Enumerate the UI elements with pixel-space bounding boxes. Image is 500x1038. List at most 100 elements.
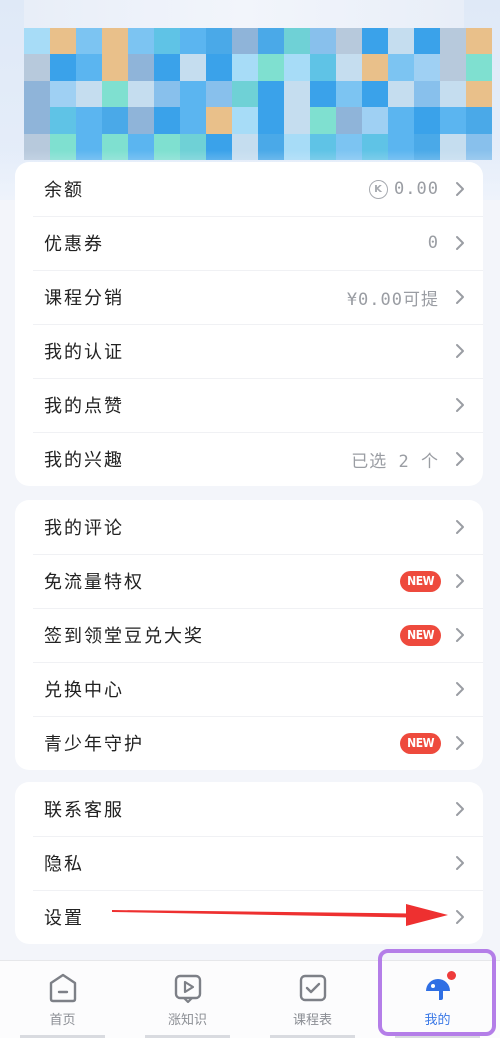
chevron-right-icon: [456, 236, 464, 250]
banner-top-strip: [24, 0, 464, 28]
mosaic-tile: [128, 107, 154, 134]
row-distribution[interactable]: 课程分销 ¥0.00可提: [15, 270, 483, 324]
mosaic-tile: [388, 80, 414, 108]
row-redeem-center[interactable]: 兑换中心: [15, 662, 483, 716]
chevron-right-icon: [456, 682, 464, 696]
mosaic-tile: [50, 54, 76, 81]
row-balance[interactable]: 余额 K 0.00: [15, 162, 483, 216]
mosaic-tile: [154, 28, 180, 55]
mosaic-tile: [466, 28, 492, 55]
mosaic-tile: [414, 107, 440, 134]
tab-label: 课程表: [292, 1013, 332, 1028]
mosaic-tile: [310, 54, 336, 81]
row-customer-service[interactable]: 联系客服: [15, 782, 483, 836]
bottom-tab-bar: 首页 涨知识 课程表 我的: [0, 960, 500, 1038]
row-youth-protection[interactable]: 青少年守护 NEW: [15, 716, 483, 770]
row-label: 课程分销: [44, 288, 124, 309]
mosaic-tile: [362, 54, 388, 81]
mosaic-tile: [414, 80, 440, 108]
chevron-right-icon: [456, 736, 464, 750]
tab-home[interactable]: 首页: [0, 961, 125, 1038]
mosaic-tile: [310, 107, 336, 134]
row-privacy[interactable]: 隐私: [15, 836, 483, 890]
mosaic-tile: [24, 107, 50, 134]
mosaic-tile: [284, 54, 310, 81]
row-label: 青少年守护: [44, 734, 144, 755]
mosaic-tile: [76, 80, 102, 108]
row-checkin[interactable]: 签到领堂豆兑大奖 NEW: [15, 608, 483, 662]
mosaic-tile: [232, 80, 258, 108]
mosaic-tile: [440, 80, 466, 108]
row-label: 签到领堂豆兑大奖: [44, 626, 204, 647]
mosaic-tile: [102, 54, 128, 81]
mosaic-tile: [76, 107, 102, 134]
mosaic-tile: [466, 80, 492, 108]
mosaic-tile: [128, 28, 154, 55]
mosaic-tile: [284, 80, 310, 108]
mosaic-tile: [128, 54, 154, 81]
row-interests[interactable]: 我的兴趣 已选 2 个: [15, 432, 483, 486]
chevron-right-icon: [456, 452, 464, 466]
row-label: 优惠券: [44, 234, 104, 255]
row-label: 联系客服: [44, 800, 124, 821]
mosaic-tile: [50, 28, 76, 55]
mosaic-tile: [232, 54, 258, 81]
mosaic-tile: [362, 28, 388, 55]
chevron-right-icon: [456, 574, 464, 588]
mosaic-tile: [180, 54, 206, 81]
chevron-right-icon: [456, 520, 464, 534]
tab-label: 我的: [424, 1013, 451, 1028]
mosaic-tile: [362, 107, 388, 134]
mosaic-tile: [414, 28, 440, 55]
row-certification[interactable]: 我的认证: [15, 324, 483, 378]
mosaic-tile: [76, 28, 102, 55]
mosaic-tile: [466, 107, 492, 134]
mosaic-tile: [180, 80, 206, 108]
mosaic-tile: [310, 28, 336, 55]
features-card: 我的评论 免流量特权 NEW 签到领堂豆兑大奖 NEW 兑换中心 青少年守护 N…: [15, 500, 483, 770]
mosaic-tile: [206, 107, 232, 134]
row-coupons[interactable]: 优惠券 0: [15, 216, 483, 270]
interests-selected: 已选 2 个: [351, 451, 439, 472]
row-comments[interactable]: 我的评论: [15, 500, 483, 554]
mosaic-tile: [258, 54, 284, 81]
mosaic-tile: [24, 80, 50, 108]
home-icon: [49, 973, 76, 1003]
chevron-right-icon: [456, 290, 464, 304]
mosaic-tile: [154, 54, 180, 81]
row-label: 隐私: [44, 854, 84, 875]
mosaic-tile: [440, 28, 466, 55]
chevron-right-icon: [456, 856, 464, 870]
tab-knowledge[interactable]: 涨知识: [125, 961, 250, 1038]
mosaic-tile: [232, 28, 258, 55]
mosaic-tile: [50, 80, 76, 108]
tab-schedule[interactable]: 课程表: [250, 961, 375, 1038]
new-badge: NEW: [400, 624, 441, 646]
mosaic-tile: [258, 80, 284, 108]
row-label: 余额: [44, 180, 84, 201]
new-badge: NEW: [400, 732, 441, 754]
row-label: 兑换中心: [44, 680, 124, 701]
mosaic-tile: [310, 80, 336, 108]
mosaic-tile: [154, 107, 180, 134]
mosaic-tile: [24, 54, 50, 81]
play-icon: [174, 974, 201, 1004]
row-label: 我的点赞: [44, 396, 124, 417]
mosaic-tile: [388, 54, 414, 81]
chevron-right-icon: [456, 182, 464, 196]
mosaic-tile: [466, 54, 492, 81]
row-label: 我的评论: [44, 518, 124, 539]
mosaic-tile: [24, 28, 50, 55]
tab-mine[interactable]: 我的: [375, 961, 500, 1038]
checkbox-icon: [299, 974, 326, 1002]
mosaic-tile: [232, 107, 258, 134]
mosaic-tile: [102, 107, 128, 134]
mosaic-tile: [362, 80, 388, 108]
row-likes[interactable]: 我的点赞: [15, 378, 483, 432]
mosaic-tile: [206, 80, 232, 108]
row-free-data[interactable]: 免流量特权 NEW: [15, 554, 483, 608]
chevron-right-icon: [456, 628, 464, 642]
mosaic-tile: [102, 28, 128, 55]
pixelated-profile-image: [24, 28, 492, 160]
mosaic-tile: [206, 54, 232, 81]
